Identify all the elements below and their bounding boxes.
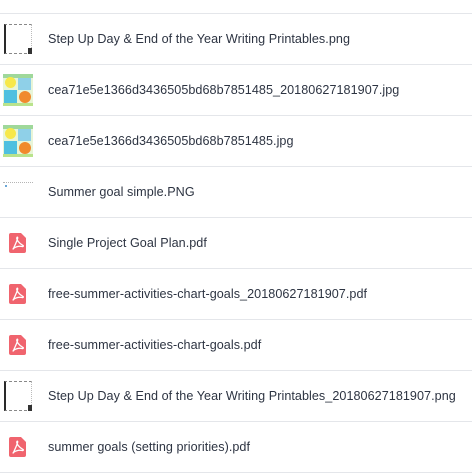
file-name: summer goals (setting priorities).pdf [48,440,251,454]
file-name: free-summer-activities-chart-goals.pdf [48,338,262,352]
document-thumbnail-icon [2,380,34,412]
image-thumbnail-icon [2,74,34,106]
file-row[interactable]: cea71e5e1366d3436505bd68b7851485.jpg [0,116,472,167]
file-name: Step Up Day & End of the Year Writing Pr… [48,32,350,46]
file-row[interactable]: Step Up Day & End of the Year Writing Pr… [0,371,472,422]
pdf-icon [2,227,34,259]
file-name: cea71e5e1366d3436505bd68b7851485.jpg [48,134,294,148]
file-name: Step Up Day & End of the Year Writing Pr… [48,389,456,403]
file-name: free-summer-activities-chart-goals_20180… [48,287,368,301]
image-thumbnail-icon [2,125,34,157]
file-list: Step Up Day & End of the Year Writing Pr… [0,13,472,473]
file-row[interactable]: summer goals (setting priorities).pdf [0,422,472,473]
document-thumbnail-icon [2,23,34,55]
file-name: Single Project Goal Plan.pdf [48,236,207,250]
file-row[interactable]: Summer goal simple.PNG [0,167,472,218]
file-row[interactable]: Step Up Day & End of the Year Writing Pr… [0,14,472,65]
pdf-icon [2,329,34,361]
file-row[interactable]: Single Project Goal Plan.pdf [0,218,472,269]
pdf-icon [2,278,34,310]
file-row[interactable]: cea71e5e1366d3436505bd68b7851485_2018062… [0,65,472,116]
file-name: cea71e5e1366d3436505bd68b7851485_2018062… [48,83,400,97]
file-row[interactable]: free-summer-activities-chart-goals.pdf [0,320,472,371]
file-name: Summer goal simple.PNG [48,185,195,199]
note-thumbnail-icon [2,176,34,208]
file-row[interactable]: free-summer-activities-chart-goals_20180… [0,269,472,320]
pdf-icon [2,431,34,463]
